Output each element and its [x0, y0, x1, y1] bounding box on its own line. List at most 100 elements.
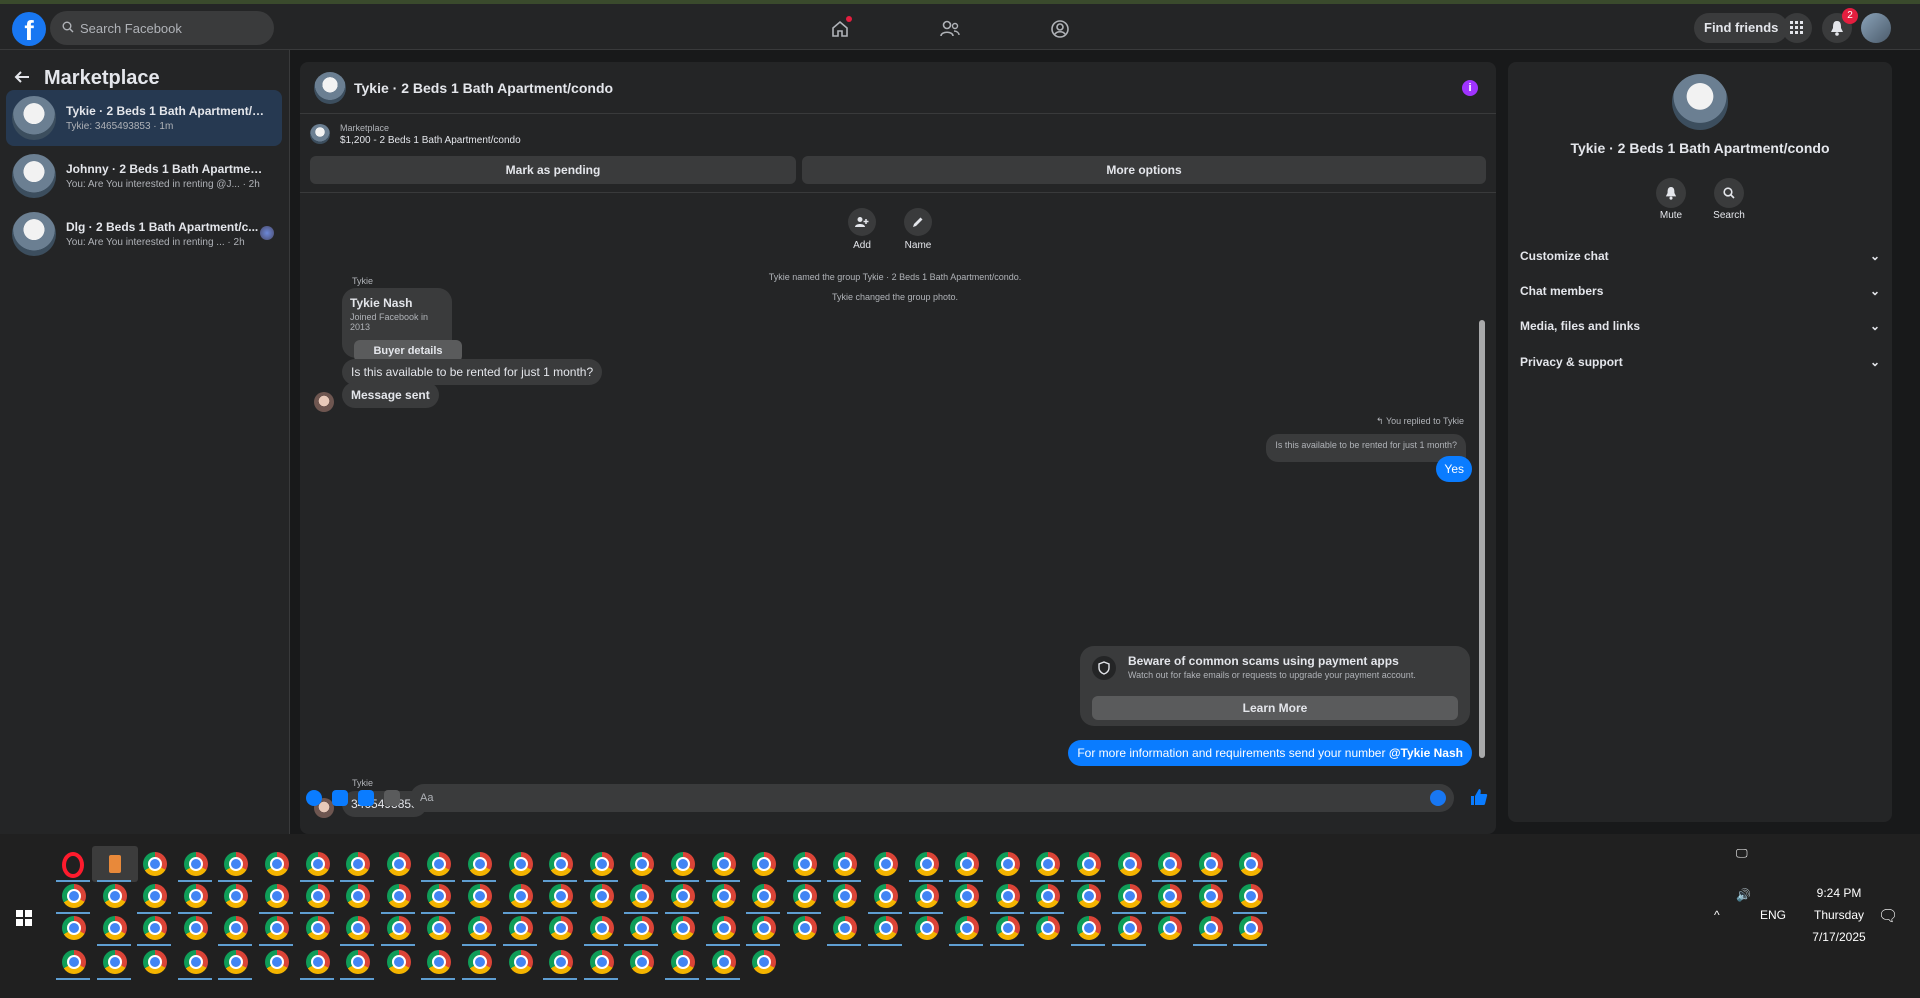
add-person-icon[interactable]	[848, 208, 876, 236]
chrome-window-icon[interactable]	[143, 950, 168, 974]
message-input[interactable]: Aa	[410, 784, 1454, 812]
account-avatar[interactable]	[1861, 13, 1891, 43]
chat-scrollbar[interactable]	[1478, 202, 1486, 828]
chrome-window-icon[interactable]	[305, 852, 330, 876]
chrome-window-icon[interactable]	[62, 884, 86, 908]
chrome-window-icon[interactable]	[305, 884, 330, 908]
plus-circle-icon[interactable]	[306, 790, 322, 806]
chrome-window-icon[interactable]	[752, 884, 777, 908]
chrome-window-icon[interactable]	[752, 852, 777, 876]
chrome-window-icon[interactable]	[995, 884, 1020, 908]
chrome-window-icon[interactable]	[183, 852, 208, 876]
media-files-links-item[interactable]: Media, files and links ⌄	[1520, 310, 1880, 342]
chrome-window-icon[interactable]	[468, 884, 492, 908]
chrome-window-icon[interactable]	[305, 916, 330, 940]
chrome-window-icon[interactable]	[183, 950, 208, 974]
chrome-window-icon[interactable]	[995, 852, 1020, 876]
chrome-window-icon[interactable]	[1239, 884, 1264, 908]
clock-time[interactable]: 9:24 PM	[1804, 886, 1874, 900]
chrome-window-icon[interactable]	[427, 852, 452, 876]
my-message-bubble[interactable]: Yes	[1436, 456, 1472, 482]
chrome-window-icon[interactable]	[224, 884, 249, 908]
menu-grid-icon[interactable]	[1782, 13, 1812, 43]
learn-more-button[interactable]: Learn More	[1092, 696, 1458, 720]
back-arrow-icon[interactable]	[14, 68, 30, 89]
chrome-window-icon[interactable]	[630, 852, 655, 876]
chrome-window-icon[interactable]	[711, 916, 736, 940]
chrome-window-icon[interactable]	[224, 950, 249, 974]
chrome-window-icon[interactable]	[549, 950, 574, 974]
chrome-window-icon[interactable]	[265, 916, 289, 940]
facebook-logo[interactable]: f	[12, 12, 46, 46]
sender-avatar[interactable]	[314, 392, 334, 412]
chrome-window-icon[interactable]	[468, 916, 492, 940]
chrome-window-icon[interactable]	[224, 916, 249, 940]
chrome-window-icon[interactable]	[671, 852, 695, 876]
message-bubble[interactable]: Message sent	[342, 382, 439, 408]
opera-browser-icon[interactable]	[62, 852, 84, 878]
chrome-window-icon[interactable]	[427, 916, 452, 940]
chrome-window-icon[interactable]	[143, 916, 168, 940]
language-indicator[interactable]: ENG	[1760, 908, 1786, 922]
conversation-item[interactable]: Dlg · 2 Beds 1 Bath Apartment/c... You: …	[6, 206, 282, 262]
chrome-window-icon[interactable]	[589, 884, 614, 908]
chevron-up-icon[interactable]: ^	[1714, 908, 1720, 922]
chrome-window-icon[interactable]	[1036, 852, 1061, 876]
profile-icon[interactable]	[1040, 12, 1080, 46]
conversation-item[interactable]: Tykie · 2 Beds 1 Bath Apartment/c... Tyk…	[6, 90, 282, 146]
chat-members-item[interactable]: Chat members ⌄	[1520, 275, 1880, 307]
chrome-window-icon[interactable]	[1158, 884, 1183, 908]
chrome-window-icon[interactable]	[183, 884, 208, 908]
chrome-window-icon[interactable]	[955, 884, 980, 908]
customize-chat-item[interactable]: Customize chat ⌄	[1520, 240, 1880, 272]
chrome-window-icon[interactable]	[386, 884, 411, 908]
chrome-window-icon[interactable]	[914, 852, 939, 876]
chrome-window-icon[interactable]	[265, 950, 289, 974]
chrome-window-icon[interactable]	[914, 884, 939, 908]
chrome-window-icon[interactable]	[792, 884, 817, 908]
chrome-window-icon[interactable]	[1036, 916, 1061, 940]
chrome-window-icon[interactable]	[752, 950, 777, 974]
chrome-window-icon[interactable]	[671, 884, 695, 908]
chrome-window-icon[interactable]	[874, 916, 898, 940]
privacy-support-item[interactable]: Privacy & support ⌄	[1520, 346, 1880, 378]
chrome-window-icon[interactable]	[792, 852, 817, 876]
photo-icon[interactable]	[332, 790, 348, 806]
thumbs-up-icon[interactable]	[1470, 788, 1488, 811]
conversation-item[interactable]: Johnny · 2 Beds 1 Bath Apartment/... You…	[6, 148, 282, 204]
gif-icon[interactable]	[384, 790, 400, 806]
chrome-window-icon[interactable]	[955, 852, 980, 876]
chrome-window-icon[interactable]	[549, 884, 574, 908]
chrome-window-icon[interactable]	[752, 916, 777, 940]
chrome-window-icon[interactable]	[995, 916, 1020, 940]
chrome-window-icon[interactable]	[792, 916, 817, 940]
my-message-bubble[interactable]: For more information and requirements se…	[1068, 740, 1472, 766]
chrome-window-icon[interactable]	[468, 852, 492, 876]
clock-day[interactable]: Thursday	[1804, 908, 1874, 922]
chrome-window-icon[interactable]	[914, 916, 939, 940]
chrome-window-icon[interactable]	[1239, 852, 1264, 876]
chrome-window-icon[interactable]	[386, 950, 411, 974]
chrome-window-icon[interactable]	[62, 916, 86, 940]
chrome-window-icon[interactable]	[549, 852, 574, 876]
chrome-window-icon[interactable]	[711, 950, 736, 974]
windows-start-icon[interactable]	[16, 910, 32, 926]
more-options-button[interactable]: More options	[802, 156, 1486, 184]
chrome-window-icon[interactable]	[143, 852, 168, 876]
chrome-window-icon[interactable]	[589, 950, 614, 974]
chrome-window-icon[interactable]	[427, 950, 452, 974]
group-avatar[interactable]	[1672, 74, 1728, 130]
chrome-window-icon[interactable]	[1198, 884, 1223, 908]
chrome-window-icon[interactable]	[671, 950, 695, 974]
chrome-window-icon[interactable]	[874, 884, 898, 908]
active-app-icon[interactable]	[91, 846, 138, 882]
clock-date[interactable]: 7/17/2025	[1804, 930, 1874, 944]
chrome-window-icon[interactable]	[630, 950, 655, 974]
chrome-window-icon[interactable]	[549, 916, 574, 940]
volume-icon[interactable]: 🔊	[1736, 888, 1751, 902]
search-input[interactable]: Search Facebook	[50, 11, 274, 45]
chrome-window-icon[interactable]	[874, 852, 898, 876]
notification-center-icon[interactable]: 🗨	[1878, 906, 1898, 926]
chrome-window-icon[interactable]	[1117, 884, 1142, 908]
chrome-window-icon[interactable]	[346, 884, 371, 908]
